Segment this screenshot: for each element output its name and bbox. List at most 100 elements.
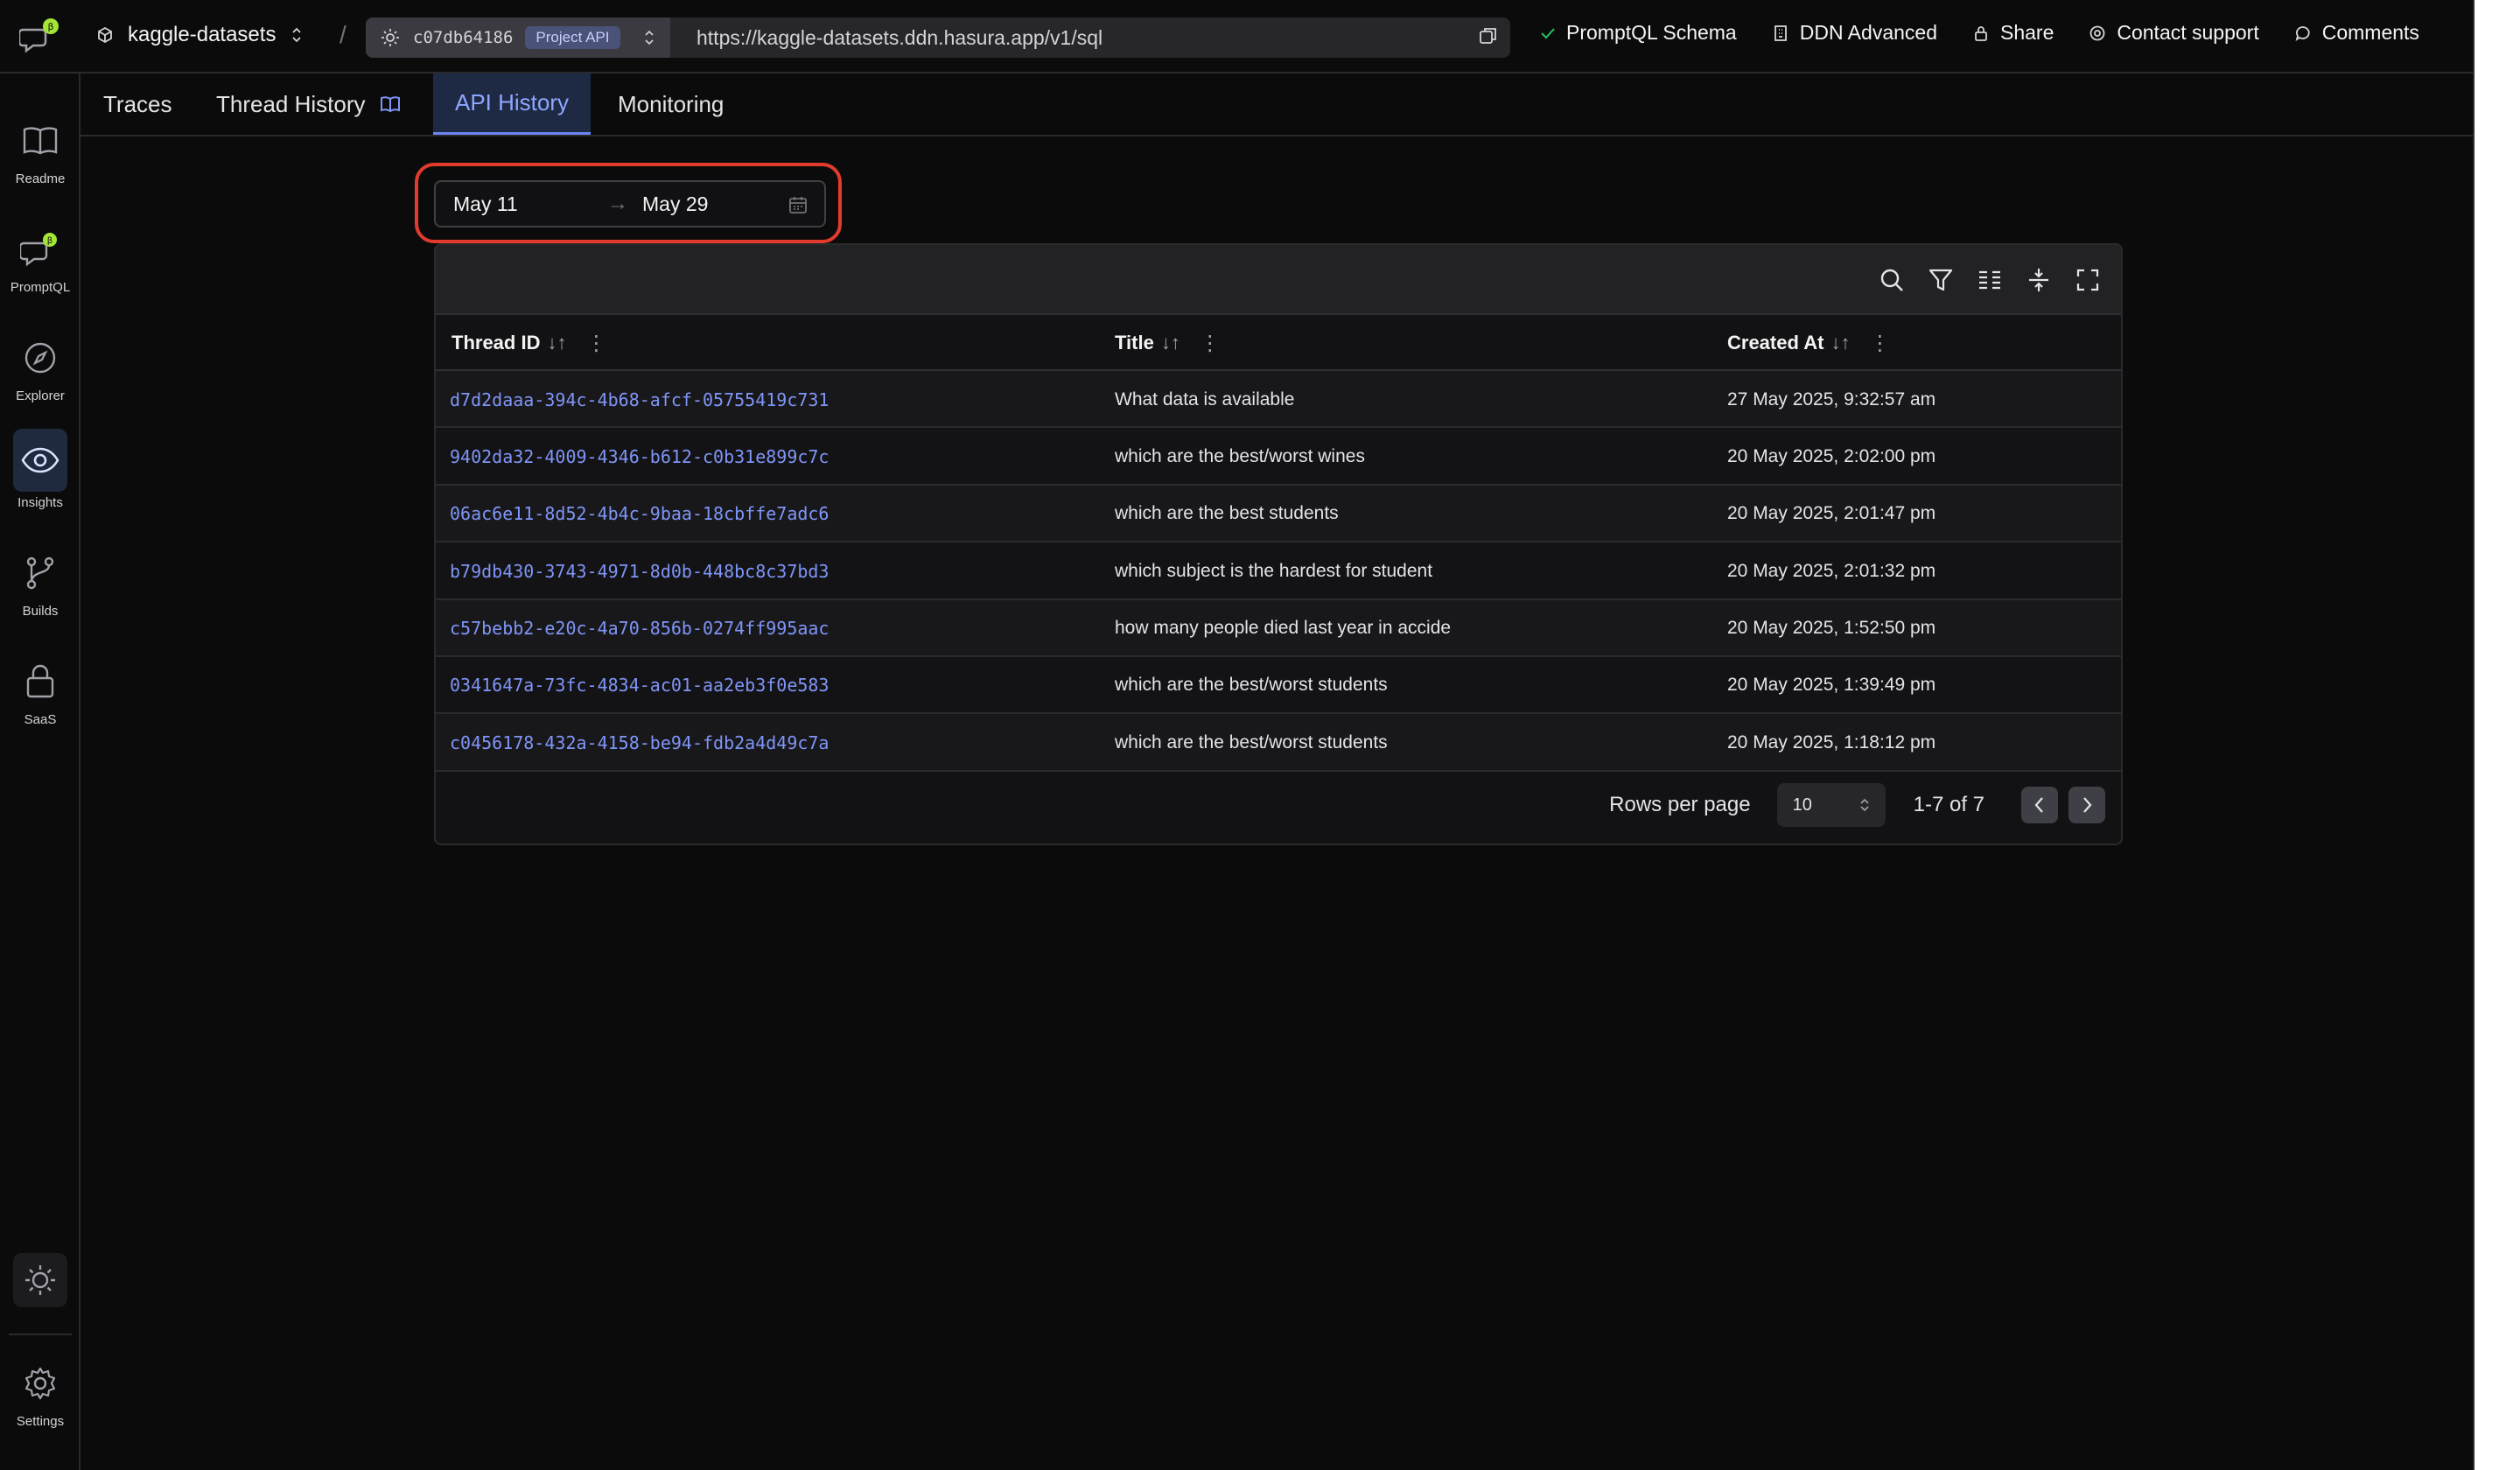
- next-page-button[interactable]: [2068, 787, 2105, 823]
- date-range-picker[interactable]: May 11 → May 29: [434, 180, 826, 228]
- api-endpoint-bar: c07db64186 Project API https://kaggle-da…: [366, 18, 1510, 58]
- column-header-thread-id[interactable]: Thread ID ↓↑ ⋮: [452, 315, 606, 371]
- cube-icon: [98, 26, 112, 44]
- tab-traces[interactable]: Traces: [103, 74, 172, 135]
- thread-id-link[interactable]: c0456178-432a-4158-be94-fdb2a4d49c7a: [450, 714, 829, 771]
- rail-item-settings[interactable]: Settings: [0, 1356, 80, 1429]
- build-selector[interactable]: c07db64186 Project API: [366, 18, 670, 58]
- thread-title: What data is available: [1115, 388, 1295, 410]
- copy-icon[interactable]: [1479, 26, 1498, 50]
- tab-thread-history[interactable]: Thread History: [216, 74, 401, 135]
- column-menu-icon[interactable]: ⋮: [1869, 331, 1890, 356]
- project-switcher[interactable]: kaggle-datasets: [96, 23, 304, 47]
- building-icon: [1774, 24, 1787, 41]
- rail-item-explorer[interactable]: Explorer: [0, 331, 80, 403]
- app-window: β kaggle-datasets / c07db64186 Project A…: [0, 0, 2474, 1470]
- thread-title: which are the best/worst students: [1115, 675, 1388, 696]
- thread-created-at: 27 May 2025, 9:32:57 am: [1727, 388, 1936, 410]
- ddn-advanced-button[interactable]: DDN Advanced: [1772, 21, 1937, 45]
- rail-label-explorer: Explorer: [16, 388, 65, 403]
- column-header-created-at[interactable]: Created At ↓↑ ⋮: [1727, 315, 1890, 371]
- share-button[interactable]: Share: [1972, 21, 2054, 45]
- share-label: Share: [1999, 21, 2054, 44]
- top-bar: β kaggle-datasets / c07db64186 Project A…: [0, 0, 2473, 74]
- rail-divider: [9, 1334, 72, 1335]
- table-row[interactable]: b79db430-3743-4971-8d0b-448bc8c37bd3 whi…: [436, 542, 2121, 600]
- promptql-beta-badge: β: [47, 236, 52, 246]
- search-icon[interactable]: [1878, 266, 1906, 294]
- thread-id-link[interactable]: 06ac6e11-8d52-4b4c-9baa-18cbffe7adc6: [450, 486, 829, 542]
- column-header-title[interactable]: Title ↓↑ ⋮: [1115, 315, 1221, 371]
- tab-api-history-label: API History: [454, 89, 570, 116]
- previous-page-button[interactable]: [2021, 787, 2058, 823]
- brand-badge: β: [47, 21, 53, 32]
- filter-icon[interactable]: [1927, 266, 1955, 294]
- table-row[interactable]: 0341647a-73fc-4834-ac01-aa2eb3f0e583 whi…: [436, 656, 2121, 715]
- left-rail: Readme β PromptQL Explorer Insights Buil…: [0, 74, 80, 1470]
- sort-icon[interactable]: ↓↑: [1161, 332, 1180, 354]
- date-range-start[interactable]: May 11: [453, 192, 518, 216]
- tab-monitoring[interactable]: Monitoring: [618, 74, 724, 135]
- thread-id-link[interactable]: 9402da32-4009-4346-b612-c0b31e899c7c: [450, 428, 829, 485]
- date-range-end[interactable]: May 29: [642, 192, 708, 216]
- thread-title: which subject is the hardest for student: [1115, 560, 1433, 581]
- thread-id-link[interactable]: d7d2daaa-394c-4b68-afcf-05755419c731: [450, 371, 829, 428]
- thread-id-link[interactable]: b79db430-3743-4971-8d0b-448bc8c37bd3: [450, 542, 829, 599]
- rail-item-readme[interactable]: Readme: [0, 114, 80, 186]
- thread-created-at: 20 May 2025, 2:02:00 pm: [1727, 445, 1936, 466]
- thread-title: how many people died last year in accide: [1115, 618, 1452, 639]
- table-row[interactable]: c57bebb2-e20c-4a70-856b-0274ff995aac how…: [436, 599, 2121, 657]
- rail-item-saas[interactable]: SaaS: [0, 654, 80, 727]
- table-row[interactable]: d7d2daaa-394c-4b68-afcf-05755419c731 Wha…: [436, 371, 2121, 429]
- table-toolbar: [436, 245, 2121, 315]
- thread-created-at: 20 May 2025, 1:39:49 pm: [1727, 675, 1936, 696]
- build-gear-icon: [382, 29, 399, 46]
- comments-button[interactable]: Comments: [2294, 21, 2419, 45]
- promptql-schema-button[interactable]: PromptQL Schema: [1540, 21, 1737, 45]
- rail-label-saas: SaaS: [24, 712, 57, 727]
- promptql-logo-icon[interactable]: β: [18, 18, 61, 56]
- fullscreen-icon[interactable]: [2074, 266, 2102, 294]
- check-icon: [1541, 27, 1555, 38]
- table-row[interactable]: 9402da32-4009-4346-b612-c0b31e899c7c whi…: [436, 428, 2121, 486]
- book-icon: [13, 114, 67, 168]
- density-icon[interactable]: [2025, 266, 2053, 294]
- sort-icon[interactable]: ↓↑: [547, 332, 566, 354]
- calendar-icon[interactable]: [788, 194, 808, 215]
- rail-item-promptql[interactable]: β PromptQL: [0, 222, 80, 295]
- contact-support-label: Contact support: [2117, 21, 2259, 44]
- rows-per-page-select[interactable]: 10: [1776, 783, 1886, 827]
- thread-created-at: 20 May 2025, 2:01:32 pm: [1727, 560, 1936, 581]
- build-id: c07db64186: [413, 28, 514, 47]
- columns-icon[interactable]: [1976, 266, 2004, 294]
- chevron-up-down-icon: [644, 30, 654, 46]
- comment-icon: [2295, 25, 2310, 41]
- column-label-created-at: Created At: [1727, 332, 1824, 354]
- rows-per-page-value: 10: [1792, 794, 1812, 815]
- table-row[interactable]: 06ac6e11-8d52-4b4c-9baa-18cbffe7adc6 whi…: [436, 485, 2121, 543]
- column-menu-icon[interactable]: ⋮: [1200, 331, 1221, 356]
- theme-toggle[interactable]: [0, 1253, 80, 1307]
- thread-created-at: 20 May 2025, 1:18:12 pm: [1727, 732, 1936, 752]
- chevron-left-icon: [2034, 797, 2043, 813]
- rail-item-builds[interactable]: Builds: [0, 546, 80, 619]
- rail-item-insights[interactable]: Insights: [0, 429, 80, 510]
- table-row[interactable]: c0456178-432a-4158-be94-fdb2a4d49c7a whi…: [436, 714, 2121, 772]
- table-body: d7d2daaa-394c-4b68-afcf-05755419c731 Wha…: [436, 371, 2121, 772]
- page-info: 1-7 of 7: [1913, 793, 1984, 816]
- rail-label-builds: Builds: [22, 604, 59, 619]
- top-actions: PromptQL Schema DDN Advanced Share Conta…: [1540, 21, 2419, 45]
- thread-id-link[interactable]: c57bebb2-e20c-4a70-856b-0274ff995aac: [450, 600, 829, 657]
- lock-icon: [13, 654, 67, 709]
- column-menu-icon[interactable]: ⋮: [585, 331, 606, 356]
- contact-support-button[interactable]: Contact support: [2089, 21, 2259, 45]
- tab-thread-history-label: Thread History: [216, 90, 366, 117]
- chat-icon: β: [13, 222, 67, 276]
- thread-id-link[interactable]: 0341647a-73fc-4834-ac01-aa2eb3f0e583: [450, 657, 829, 714]
- sort-icon[interactable]: ↓↑: [1830, 332, 1850, 354]
- tab-monitoring-label: Monitoring: [618, 90, 724, 117]
- tab-api-history[interactable]: API History: [433, 74, 591, 135]
- rail-label-insights: Insights: [18, 495, 63, 510]
- api-url: https://kaggle-datasets.ddn.hasura.app/v…: [696, 25, 1103, 49]
- eye-icon: [13, 429, 67, 492]
